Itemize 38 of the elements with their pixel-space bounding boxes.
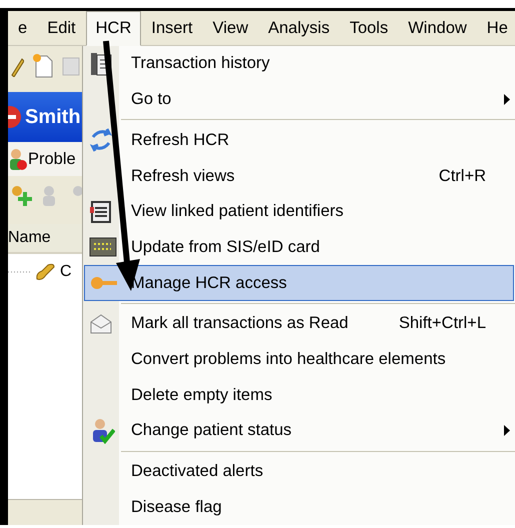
menu-option[interactable]: Update from SIS/eID card bbox=[84, 229, 514, 266]
menu-option[interactable]: Go to bbox=[84, 82, 514, 118]
history-icon bbox=[89, 50, 113, 77]
tree-dots-icon bbox=[8, 270, 30, 274]
person-alert-icon bbox=[8, 147, 28, 171]
shortcut-text: Shift+Ctrl+L bbox=[398, 313, 487, 334]
menu-option[interactable]: Convert problems into healthcare elements bbox=[84, 341, 514, 378]
menu-option[interactable]: Transaction history bbox=[84, 46, 514, 82]
menu-item[interactable]: Insert bbox=[141, 11, 203, 45]
menu-option[interactable]: Refresh views Ctrl+R bbox=[84, 158, 514, 194]
menu-item[interactable]: Window bbox=[398, 11, 477, 45]
shortcut-text: Ctrl+R bbox=[438, 166, 487, 187]
alert-icon bbox=[8, 105, 22, 129]
menu-option[interactable]: Deactivated alerts bbox=[84, 454, 514, 490]
envelope-icon bbox=[89, 312, 113, 335]
menu-item[interactable]: Edit bbox=[37, 11, 86, 45]
menu-item[interactable]: Analysis bbox=[258, 11, 340, 45]
card-icon bbox=[89, 236, 117, 258]
menu-option[interactable]: Manage HCR access bbox=[84, 265, 514, 301]
new-document-icon[interactable] bbox=[32, 53, 54, 79]
add-person-icon[interactable] bbox=[10, 184, 32, 208]
refresh-icon bbox=[89, 127, 113, 154]
menu-item[interactable]: Tools bbox=[340, 11, 398, 45]
save-icon[interactable] bbox=[62, 55, 80, 77]
menu-item[interactable]: View bbox=[202, 11, 258, 45]
menu-option[interactable]: View linked patient identifiers bbox=[84, 194, 514, 230]
problems-tab[interactable]: Proble bbox=[8, 142, 82, 176]
menu-option[interactable]: Disease flag bbox=[84, 489, 514, 525]
menu-option[interactable]: Delete empty items bbox=[84, 377, 514, 413]
menu-option[interactable]: Mark all transactions as Read Shift+Ctrl+L bbox=[84, 306, 514, 342]
menu-option[interactable]: Refresh HCR bbox=[84, 122, 514, 158]
patient-name: Smith bbox=[25, 105, 81, 130]
menu-item[interactable]: HCR bbox=[86, 11, 142, 46]
phone-icon bbox=[34, 261, 56, 283]
menu-item[interactable]: He bbox=[476, 11, 515, 45]
menu-option[interactable]: Change patient status bbox=[84, 412, 514, 449]
menu-item[interactable]: e bbox=[8, 11, 38, 45]
tree-item-label[interactable]: C bbox=[60, 260, 72, 284]
